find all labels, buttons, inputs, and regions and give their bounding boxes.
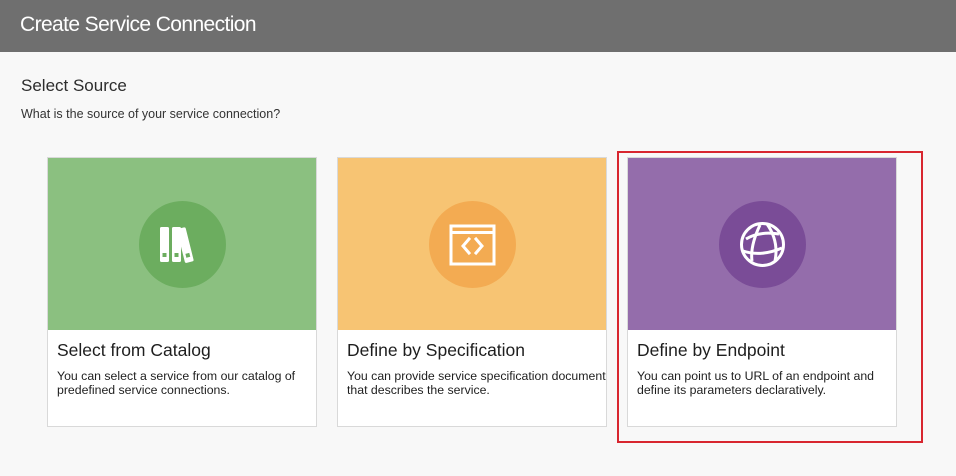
- card-banner: [628, 158, 896, 330]
- dialog-header: Create Service Connection: [0, 0, 956, 52]
- card-title: Define by Endpoint: [637, 340, 785, 360]
- card-description: You can select a service from our catalo…: [57, 369, 296, 397]
- dialog-title: Create Service Connection: [20, 13, 257, 36]
- card-select-from-catalog[interactable]: Select from Catalog You can select a ser…: [47, 157, 317, 427]
- card-define-by-specification[interactable]: Define by Specification You can provide …: [337, 157, 607, 427]
- card-description: You can point us to URL of an endpoint a…: [637, 369, 875, 397]
- globe-icon: [718, 200, 806, 288]
- card-title: Define by Specification: [347, 340, 526, 360]
- card-banner: [48, 158, 316, 330]
- code-window-icon: [428, 200, 516, 288]
- section-subtitle: What is the source of your service conne…: [21, 107, 281, 121]
- card-define-by-endpoint[interactable]: Define by Endpoint You can point us to U…: [627, 157, 897, 427]
- section-title: Select Source: [21, 76, 127, 95]
- card-title: Select from Catalog: [57, 340, 211, 360]
- card-description: You can provide service specification do…: [347, 369, 606, 397]
- card-banner: [338, 158, 606, 330]
- books-icon: [138, 200, 226, 288]
